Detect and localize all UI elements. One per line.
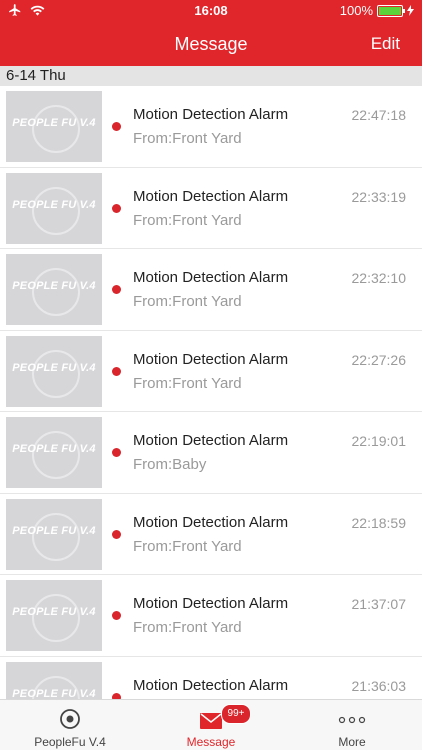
- thumbnail-watermark: PEOPLE FU V.4: [12, 117, 96, 129]
- alarm-thumbnail: PEOPLE FU V.4: [6, 661, 102, 700]
- message-row[interactable]: PEOPLE FU V.4 Motion Detection Alarm Fro…: [0, 494, 422, 575]
- message-row[interactable]: PEOPLE FU V.4 Motion Detection Alarm Fro…: [0, 168, 422, 249]
- alarm-thumbnail: PEOPLE FU V.4: [6, 335, 102, 407]
- message-title: Motion Detection Alarm: [133, 676, 289, 694]
- alarm-thumbnail: PEOPLE FU V.4: [6, 91, 102, 162]
- tab-more[interactable]: More: [282, 700, 422, 751]
- thumbnail-watermark: PEOPLE FU V.4: [12, 280, 96, 292]
- tab-bar: PeopleFu V.4 99+ Message More: [0, 699, 422, 750]
- thumbnail-ring: [32, 349, 80, 398]
- tab-label: PeopleFu V.4: [34, 735, 106, 749]
- alarm-thumbnail: PEOPLE FU V.4: [6, 580, 102, 651]
- unread-dot-icon: [112, 611, 121, 620]
- thumbnail-watermark: PEOPLE FU V.4: [12, 198, 96, 211]
- message-title: Motion Detection Alarm: [133, 432, 289, 449]
- thumbnail-ring: [32, 186, 80, 235]
- message-title: Motion Detection Alarm: [133, 187, 289, 205]
- message-row[interactable]: PEOPLE FU V.4 Motion Detection Alarm Fro…: [0, 331, 422, 412]
- tab-message[interactable]: 99+ Message: [141, 700, 281, 751]
- battery-percent: 100%: [339, 3, 373, 18]
- thumbnail-watermark: PEOPLE FU V.4: [12, 361, 96, 374]
- alarm-thumbnail: PEOPLE FU V.4: [6, 172, 102, 244]
- unread-dot-icon: [112, 203, 121, 213]
- message-source: From:Front Yard: [133, 619, 242, 636]
- unread-dot-icon: [112, 529, 121, 539]
- thumbnail-watermark: PEOPLE FU V.4: [12, 524, 96, 537]
- message-list[interactable]: PEOPLE FU V.4 Motion Detection Alarm Fro…: [0, 86, 422, 699]
- message-time: 22:47:18: [351, 107, 407, 123]
- more-icon: [338, 716, 366, 724]
- message-time: 22:32:10: [351, 270, 407, 286]
- message-title: Motion Detection Alarm: [133, 269, 289, 286]
- message-time: 22:18:59: [351, 514, 407, 531]
- thumbnail-ring: [32, 594, 80, 642]
- tab-label: Message: [186, 735, 236, 749]
- thumbnail-watermark: PEOPLE FU V.4: [12, 606, 96, 618]
- date-section-header: 6-14 Thu: [0, 66, 422, 86]
- message-source: From:Front Yard: [133, 537, 242, 555]
- message-row[interactable]: PEOPLE FU V.4 Motion Detection Alarm 21:…: [0, 657, 422, 700]
- thumbnail-ring: [32, 268, 80, 316]
- message-title: Motion Detection Alarm: [133, 350, 289, 368]
- message-source: From:Front Yard: [133, 374, 242, 392]
- page-title: Message: [174, 34, 248, 54]
- unread-dot-icon: [112, 285, 121, 294]
- message-title: Motion Detection Alarm: [133, 595, 289, 612]
- alarm-thumbnail: PEOPLE FU V.4: [6, 254, 102, 325]
- thumbnail-watermark: PEOPLE FU V.4: [12, 687, 96, 700]
- edit-button[interactable]: Edit: [371, 34, 400, 54]
- charging-icon: [407, 5, 414, 16]
- message-row[interactable]: PEOPLE FU V.4 Motion Detection Alarm Fro…: [0, 249, 422, 331]
- unread-dot-icon: [112, 122, 121, 131]
- message-source: From:Front Yard: [133, 293, 242, 310]
- thumbnail-ring: [32, 105, 80, 153]
- message-title: Motion Detection Alarm: [133, 106, 289, 123]
- alarm-thumbnail: PEOPLE FU V.4: [6, 417, 102, 488]
- message-time: 22:19:01: [351, 433, 407, 449]
- message-row[interactable]: PEOPLE FU V.4 Motion Detection Alarm Fro…: [0, 412, 422, 494]
- tab-peoplefu[interactable]: PeopleFu V.4: [0, 700, 140, 751]
- thumbnail-ring: [32, 431, 80, 479]
- battery-icon: [377, 4, 405, 17]
- message-title: Motion Detection Alarm: [133, 513, 289, 531]
- tab-label: More: [338, 735, 366, 749]
- thumbnail-ring: [32, 512, 80, 561]
- message-time: 22:33:19: [351, 188, 407, 205]
- message-row[interactable]: PEOPLE FU V.4 Motion Detection Alarm Fro…: [0, 86, 422, 168]
- unread-dot-icon: [112, 366, 121, 376]
- message-source: From:Front Yard: [133, 130, 242, 147]
- message-source: From:Baby: [133, 456, 207, 473]
- status-right: 100%: [340, 3, 414, 18]
- message-time: 21:37:07: [351, 596, 407, 612]
- unread-badge: 99+: [221, 704, 251, 724]
- message-row[interactable]: PEOPLE FU V.4 Motion Detection Alarm Fro…: [0, 575, 422, 657]
- thumbnail-watermark: PEOPLE FU V.4: [12, 443, 96, 455]
- message-time: 22:27:26: [351, 351, 407, 368]
- unread-dot-icon: [112, 448, 121, 457]
- status-bar: 16:08 100%: [0, 0, 422, 22]
- camera-icon: [60, 709, 80, 729]
- nav-bar: Message Edit: [0, 22, 422, 66]
- message-time: 21:36:03: [351, 677, 407, 694]
- alarm-thumbnail: PEOPLE FU V.4: [6, 498, 102, 570]
- message-source: From:Front Yard: [133, 211, 242, 229]
- mail-icon: [200, 713, 222, 729]
